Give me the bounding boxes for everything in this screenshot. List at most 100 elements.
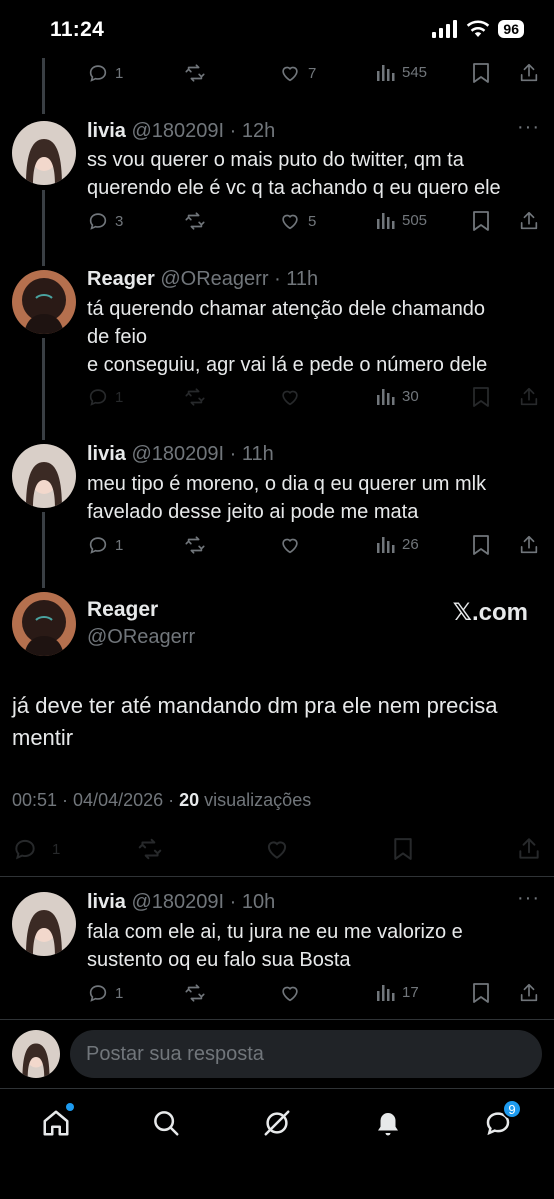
- share-button[interactable]: [518, 534, 540, 556]
- author-handle[interactable]: @OReagerr: [160, 268, 268, 290]
- author-name[interactable]: livia: [87, 120, 126, 142]
- avatar[interactable]: [12, 270, 76, 334]
- like-button[interactable]: [278, 982, 302, 1004]
- reply-button[interactable]: 1: [87, 534, 123, 556]
- cellular-signal-icon: [432, 20, 458, 38]
- repost-button[interactable]: [183, 386, 207, 408]
- repost-button[interactable]: [136, 836, 164, 862]
- repost-button[interactable]: [183, 62, 207, 84]
- post-actions: 3 5 505: [0, 210, 554, 236]
- bottom-nav: 9: [0, 1088, 554, 1199]
- share-button[interactable]: [518, 386, 540, 408]
- views-count[interactable]: 505: [376, 210, 427, 230]
- post-time[interactable]: 11h: [242, 443, 274, 465]
- bookmark-button[interactable]: [392, 836, 414, 862]
- more-options-icon[interactable]: ···: [517, 887, 540, 910]
- nav-notifications[interactable]: [368, 1103, 408, 1143]
- heart-icon: [282, 986, 298, 1002]
- nav-messages[interactable]: 9: [478, 1099, 522, 1143]
- reply-button[interactable]: 1: [87, 982, 123, 1004]
- share-icon: [519, 838, 539, 859]
- status-bar: 11:24 96: [0, 0, 554, 60]
- like-button[interactable]: [278, 386, 302, 408]
- bookmark-button[interactable]: [471, 210, 491, 232]
- heart-icon: [282, 390, 298, 406]
- heart-icon: [282, 66, 298, 82]
- author-name[interactable]: livia: [87, 891, 126, 913]
- author-handle[interactable]: @180209I: [131, 120, 224, 142]
- repost-button[interactable]: [183, 982, 207, 1004]
- author-name[interactable]: livia: [87, 443, 126, 465]
- post-text: já deve ter até mandando dm pra ele nem …: [12, 693, 498, 750]
- notification-dot: [66, 1103, 74, 1111]
- bookmark-icon: [473, 63, 489, 83]
- repost-icon: [185, 388, 205, 406]
- like-button[interactable]: [263, 836, 291, 862]
- reply-button[interactable]: 1: [12, 836, 60, 862]
- bookmark-icon: [473, 387, 489, 407]
- heart-icon: [282, 538, 298, 554]
- views-count[interactable]: 30: [376, 386, 419, 406]
- nav-grok[interactable]: [257, 1103, 297, 1143]
- views-count[interactable]: 17: [376, 982, 419, 1002]
- bookmark-icon: [473, 535, 489, 555]
- share-button[interactable]: [516, 836, 542, 862]
- post-header: livia @180209I · 10h: [87, 891, 276, 913]
- bookmark-button[interactable]: [471, 386, 491, 408]
- repost-icon: [185, 212, 205, 230]
- share-button[interactable]: [518, 210, 540, 232]
- reply-icon: [89, 389, 107, 406]
- repost-icon: [185, 984, 205, 1002]
- repost-icon: [185, 64, 205, 82]
- avatar[interactable]: [12, 892, 76, 956]
- post-timestamp[interactable]: 00:51 · 04/04/2026 ·: [12, 790, 179, 810]
- post-time[interactable]: 12h: [242, 120, 275, 142]
- author-name[interactable]: Reager: [87, 598, 158, 622]
- views-count[interactable]: 545: [376, 62, 427, 82]
- like-button[interactable]: [278, 534, 302, 556]
- bookmark-button[interactable]: [471, 982, 491, 1004]
- avatar[interactable]: [12, 444, 76, 508]
- repost-button[interactable]: [183, 534, 207, 556]
- share-button[interactable]: [518, 62, 540, 84]
- post-actions: 1 30: [0, 386, 554, 412]
- bookmark-button[interactable]: [471, 62, 491, 84]
- repost-button[interactable]: [183, 210, 207, 232]
- repost-icon: [138, 838, 162, 860]
- views-count[interactable]: 26: [376, 534, 419, 554]
- post-time[interactable]: 11h: [286, 268, 318, 290]
- nav-search[interactable]: [146, 1103, 186, 1143]
- reply-icon: [89, 985, 107, 1002]
- reply-button[interactable]: 1: [87, 386, 123, 408]
- author-handle[interactable]: @180209I: [131, 891, 224, 913]
- reply-icon: [89, 537, 107, 554]
- post-text: tá querendo chamar atenção dele chamando…: [87, 298, 488, 376]
- battery-indicator: 96: [498, 20, 524, 38]
- avatar[interactable]: [12, 592, 76, 656]
- heart-icon: [267, 841, 287, 859]
- share-icon: [520, 211, 538, 230]
- post-header: livia @180209I · 11h: [87, 443, 274, 465]
- like-button[interactable]: 5: [278, 210, 316, 232]
- nav-home[interactable]: [36, 1103, 76, 1143]
- more-options-icon[interactable]: ···: [517, 116, 540, 139]
- author-name[interactable]: Reager: [87, 268, 155, 290]
- reply-input[interactable]: [70, 1030, 542, 1078]
- avatar[interactable]: [12, 1030, 60, 1078]
- reply-composer: [0, 1020, 554, 1088]
- author-handle[interactable]: @OReagerr: [87, 626, 195, 649]
- reply-button[interactable]: 1: [87, 62, 123, 84]
- home-icon: [43, 1110, 69, 1136]
- share-button[interactable]: [518, 982, 540, 1004]
- avatar[interactable]: [12, 121, 76, 185]
- post-time[interactable]: 10h: [242, 891, 275, 913]
- reply-button[interactable]: 3: [87, 210, 123, 232]
- bookmark-button[interactable]: [471, 534, 491, 556]
- post-meta: 00:51 · 04/04/2026 · 20 visualizações: [12, 790, 311, 811]
- post-header: livia @180209I · 12h: [87, 120, 276, 142]
- bookmark-icon: [394, 838, 412, 860]
- post-actions: 1 7 545: [0, 62, 554, 88]
- share-icon: [520, 535, 538, 554]
- like-button[interactable]: 7: [278, 62, 316, 84]
- author-handle[interactable]: @180209I: [131, 443, 224, 465]
